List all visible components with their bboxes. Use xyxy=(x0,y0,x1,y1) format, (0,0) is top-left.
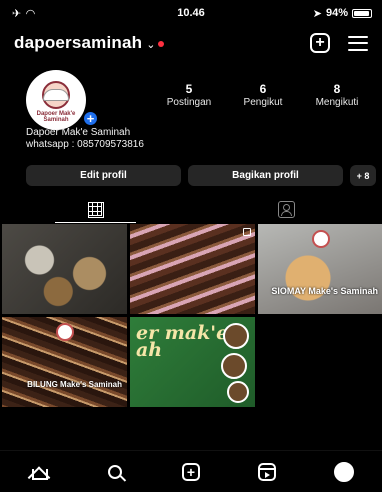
menu-line xyxy=(348,42,368,44)
chef-hat-icon xyxy=(43,89,69,101)
brand-logo-icon xyxy=(311,230,330,248)
status-right: ➤ 94% xyxy=(313,7,372,20)
avatar[interactable]: Dapoer Mak'e Saminah xyxy=(26,70,86,130)
bottom-nav: + xyxy=(0,450,382,492)
tagged-icon xyxy=(278,201,295,218)
brand-logo-icon xyxy=(55,323,74,341)
nav-create[interactable]: + xyxy=(176,457,206,487)
post-thumbnail[interactable] xyxy=(2,224,127,314)
profile-bio: Dapoer Mak'e Saminah whatsapp : 08570957… xyxy=(26,127,144,151)
food-plate-icon xyxy=(227,381,249,403)
stat-label: Postingan xyxy=(166,97,212,108)
post-caption: BILUNG Make's Saminah xyxy=(27,380,122,389)
nav-home[interactable] xyxy=(23,457,53,487)
menu-line xyxy=(348,35,368,38)
food-plate-icon xyxy=(221,353,247,379)
status-bar: ✈ ◠ 10.46 ➤ 94% xyxy=(0,0,382,26)
post-thumbnail[interactable]: SIOMAY Make's Saminah xyxy=(258,224,382,314)
avatar-logo-text: Dapoer Mak'e Saminah xyxy=(36,111,76,123)
post-thumbnail[interactable]: BILUNG Make's Saminah xyxy=(2,317,127,407)
carousel-icon xyxy=(243,228,251,236)
nav-search[interactable] xyxy=(100,457,130,487)
profile-header: dapoersaminah ⌄ + xyxy=(0,28,382,58)
profile-summary: Dapoer Mak'e Saminah + 5 Postingan 6 Pen… xyxy=(0,70,382,132)
chevron-down-icon[interactable]: ⌄ xyxy=(146,38,155,51)
stat-label: Pengikut xyxy=(243,97,283,108)
stat-label: Mengikuti xyxy=(315,97,359,108)
stat-posts[interactable]: 5 Postingan xyxy=(152,82,226,108)
avatar-chef-illustration xyxy=(42,81,70,109)
profile-icon xyxy=(333,461,354,482)
grid-icon xyxy=(87,201,104,218)
account-switcher[interactable]: dapoersaminah xyxy=(14,33,142,53)
reels-icon xyxy=(258,462,277,481)
battery-icon xyxy=(352,8,372,18)
stat-count: 6 xyxy=(259,82,267,96)
add-icon: + xyxy=(181,462,200,481)
discover-people-button[interactable]: + 8 xyxy=(350,165,376,186)
profile-actions: Edit profil Bagikan profil + 8 xyxy=(26,165,378,186)
post-caption: SIOMAY Make's Saminah xyxy=(271,286,378,296)
profile-tabs xyxy=(0,196,382,223)
create-post-button[interactable]: + xyxy=(310,33,330,53)
posts-grid: SIOMAY Make's Saminah BILUNG Make's Sami… xyxy=(0,224,382,407)
notification-dot xyxy=(158,40,165,47)
nav-profile[interactable] xyxy=(329,457,359,487)
stat-following[interactable]: 8 Mengikuti xyxy=(300,82,374,108)
post-thumbnail[interactable] xyxy=(130,224,255,314)
post-thumbnail[interactable]: er mak'e ah xyxy=(130,317,255,407)
search-icon xyxy=(107,464,122,479)
edit-profile-button[interactable]: Edit profil xyxy=(26,165,181,186)
airplane-icon: ✈ xyxy=(12,7,22,20)
food-plate-icon xyxy=(223,323,249,349)
bio-name: Dapoer Mak'e Saminah xyxy=(26,127,131,138)
battery-label: 94% xyxy=(325,7,348,19)
profile-stats: 5 Postingan 6 Pengikut 8 Mengikuti xyxy=(152,82,374,108)
share-profile-button[interactable]: Bagikan profil xyxy=(188,165,343,186)
stat-followers[interactable]: 6 Pengikut xyxy=(226,82,300,108)
bio-text: whatsapp : 085709573816 xyxy=(26,139,144,150)
tab-tagged[interactable] xyxy=(191,196,382,223)
wifi-icon: ◠ xyxy=(26,7,35,20)
nav-reels[interactable] xyxy=(252,457,282,487)
status-left: ✈ ◠ xyxy=(12,7,35,20)
add-story-button[interactable]: + xyxy=(82,110,99,127)
stat-count: 8 xyxy=(333,82,341,96)
menu-line xyxy=(348,48,368,51)
menu-button[interactable] xyxy=(348,35,368,51)
home-icon xyxy=(30,464,49,480)
location-icon: ➤ xyxy=(312,7,322,20)
tab-posts[interactable] xyxy=(0,196,191,223)
stat-count: 5 xyxy=(185,82,193,96)
header-actions: + xyxy=(310,33,368,53)
